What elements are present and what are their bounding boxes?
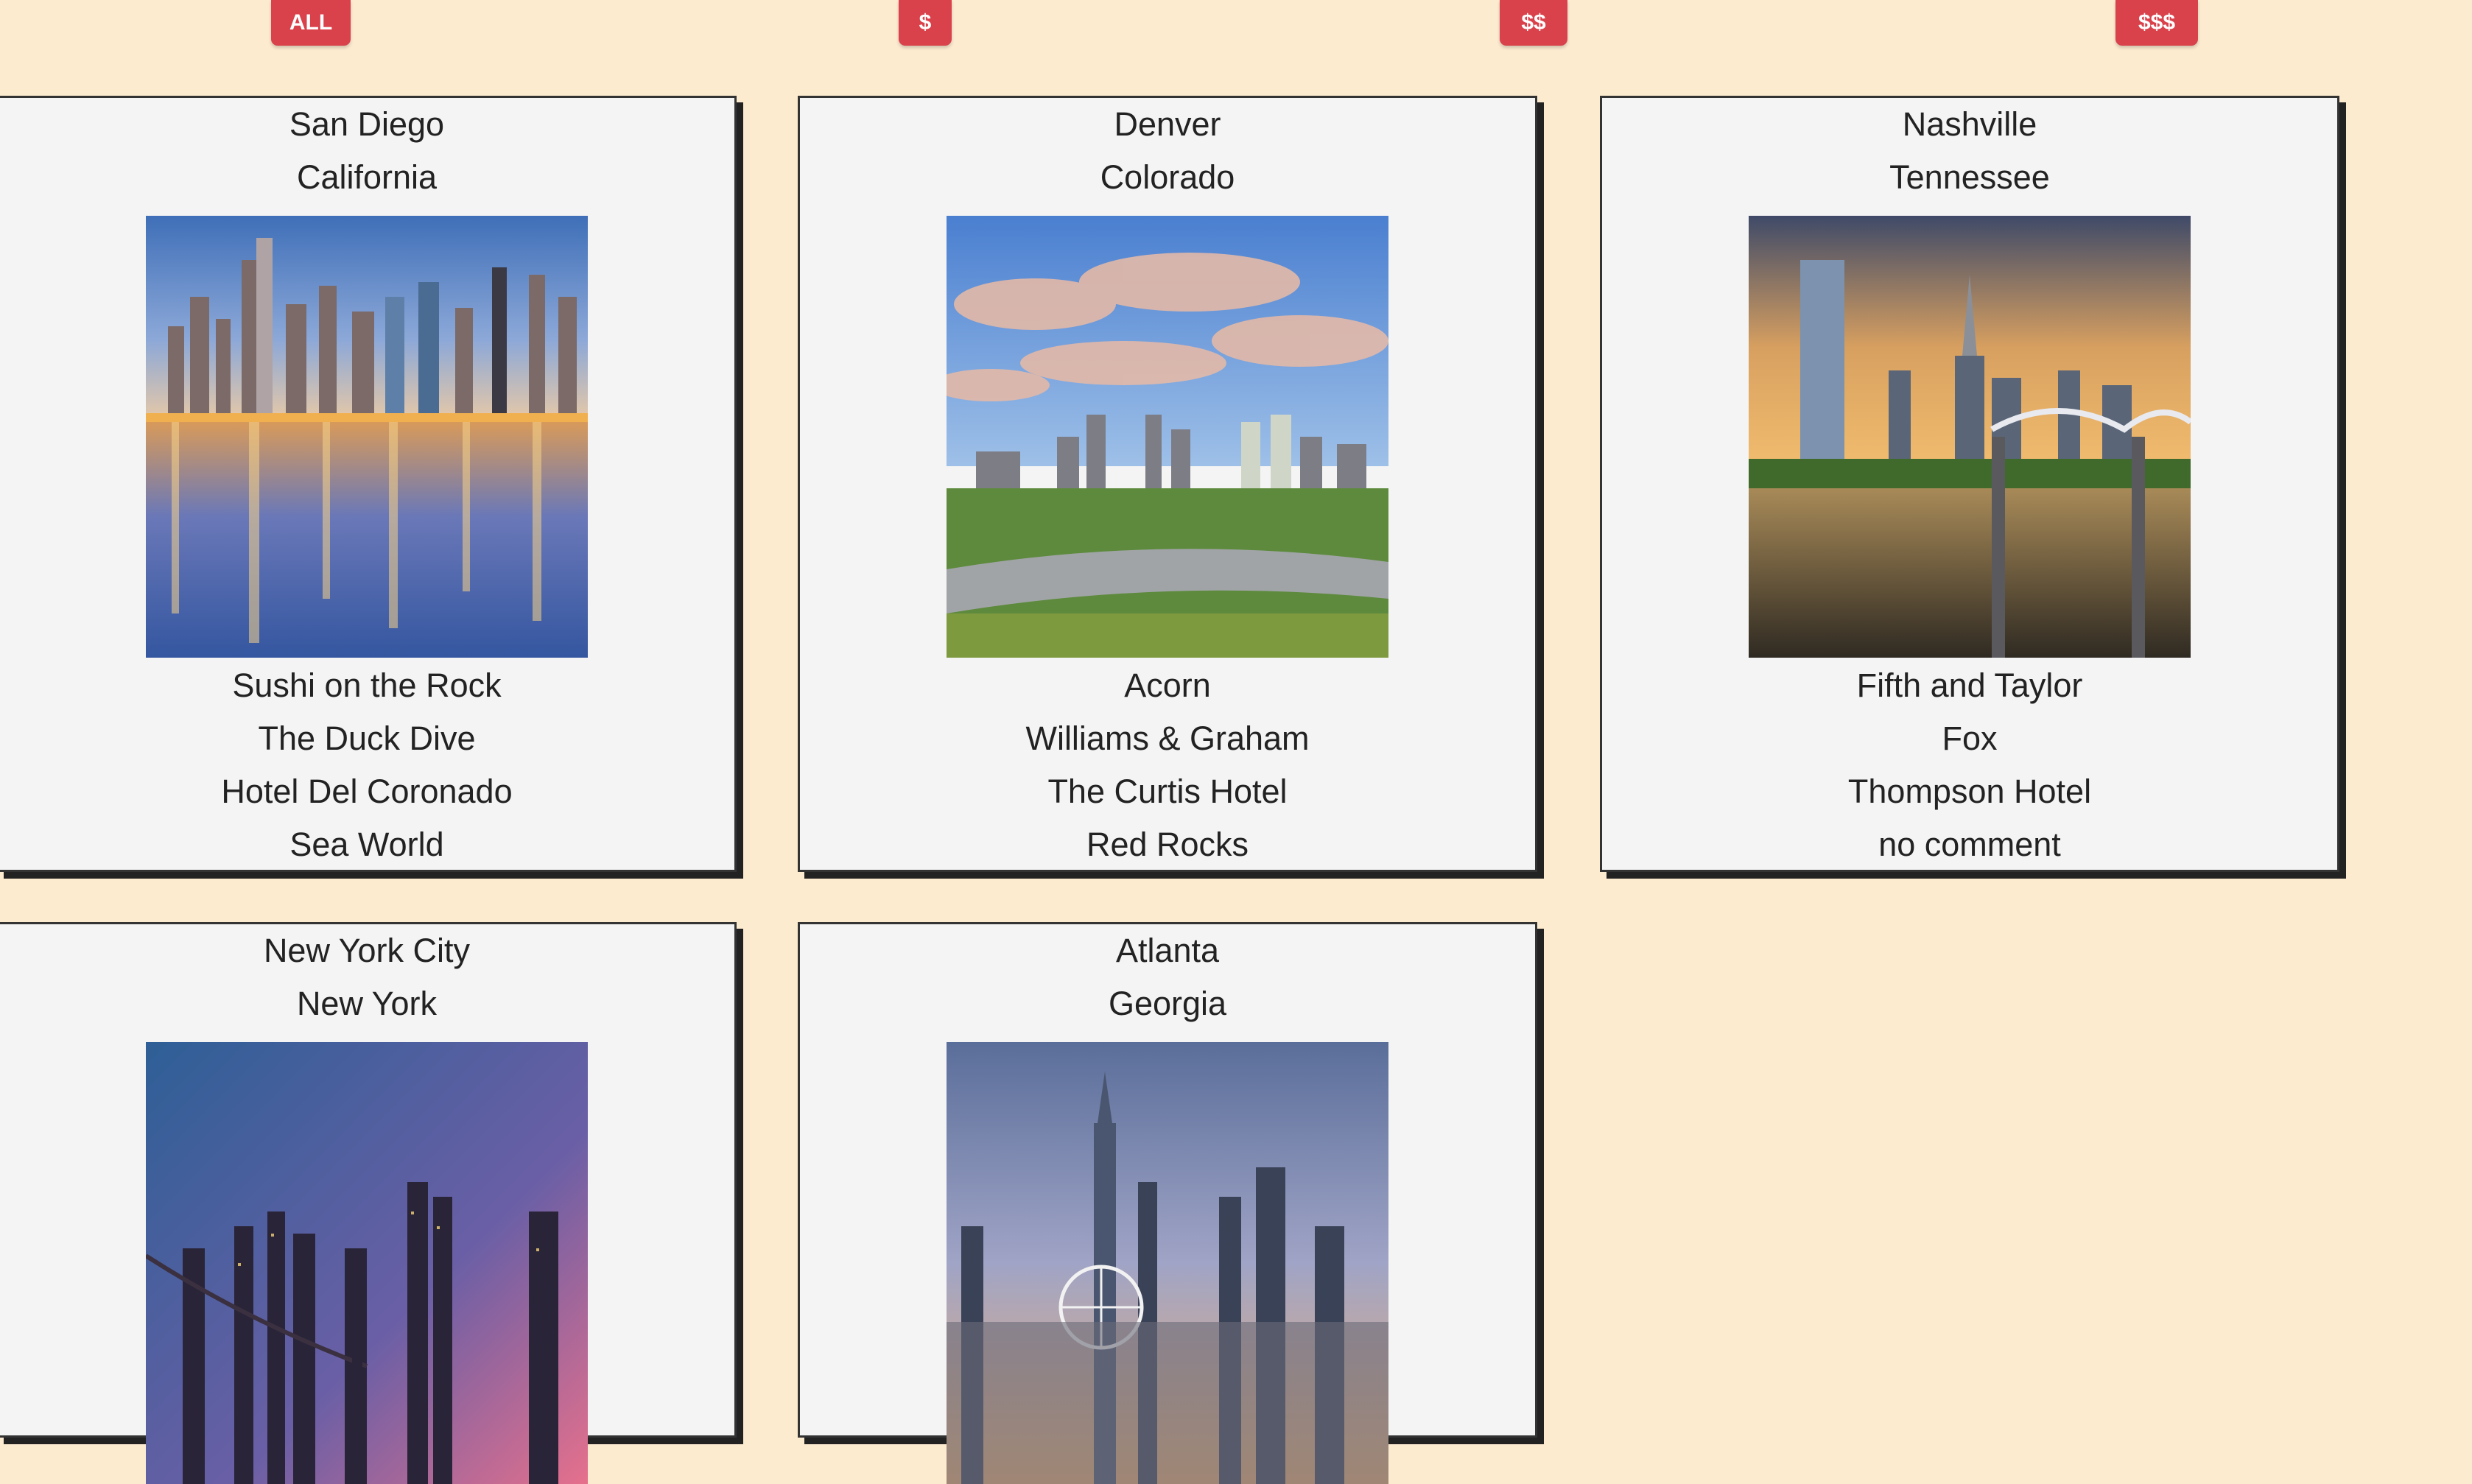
- card-item: Red Rocks: [1086, 826, 1249, 863]
- card-item: Williams & Graham: [1025, 720, 1310, 757]
- city-skyline-image: [1749, 216, 2191, 658]
- card-city-name: New York City: [263, 932, 471, 969]
- card-state-name: Georgia: [1108, 985, 1227, 1022]
- card-state-name: California: [296, 158, 438, 196]
- card-item: Sea World: [289, 826, 444, 863]
- filter-all-button[interactable]: ALL: [271, 0, 351, 46]
- card-state-name: Tennessee: [1889, 158, 2050, 196]
- card-item: Sushi on the Rock: [232, 667, 502, 704]
- card-city-name: Nashville: [1902, 105, 2037, 143]
- card-state-name: Colorado: [1100, 158, 1235, 196]
- card-item: Fifth and Taylor: [1856, 667, 2083, 704]
- filter-moderate-button[interactable]: $$: [1500, 0, 1567, 46]
- card-item: Hotel Del Coronado: [221, 773, 513, 810]
- card-city-name: Denver: [1114, 105, 1221, 143]
- card-city-name: San Diego: [289, 105, 445, 143]
- card-item: The Duck Dive: [258, 720, 476, 757]
- card-item: Fox: [1942, 720, 1998, 757]
- city-card-denver[interactable]: Denver Colorado Acorn Williams & Graham …: [798, 96, 1537, 872]
- city-skyline-image: [146, 1042, 588, 1484]
- city-card-nashville[interactable]: Nashville Tennessee Fifth and Taylor Fox…: [1600, 96, 2339, 872]
- card-city-name: Atlanta: [1115, 932, 1220, 969]
- card-item: The Curtis Hotel: [1047, 773, 1288, 810]
- city-card-san-diego[interactable]: San Diego California Sushi on the Rock T…: [0, 96, 737, 872]
- city-skyline-image: [947, 1042, 1388, 1484]
- city-card-new-york-city[interactable]: New York City New York: [0, 922, 737, 1484]
- city-skyline-image: [947, 216, 1388, 658]
- filter-expensive-button[interactable]: $$$: [2115, 0, 2198, 46]
- card-item: Acorn: [1124, 667, 1211, 704]
- filter-budget-button[interactable]: $: [899, 0, 952, 46]
- city-card-atlanta[interactable]: Atlanta Georgia: [798, 922, 1537, 1484]
- card-state-name: New York: [296, 985, 438, 1022]
- card-item: no comment: [1878, 826, 2061, 863]
- city-skyline-image: [146, 216, 588, 658]
- card-item: Thompson Hotel: [1847, 773, 2092, 810]
